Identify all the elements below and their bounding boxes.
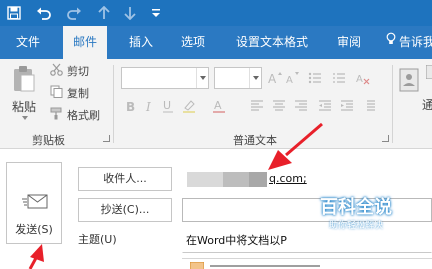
partial-group-label: 通 [422, 98, 432, 112]
scissors-icon [50, 63, 63, 79]
cc-button[interactable]: 抄送(C)... [78, 198, 172, 222]
paste-label: 粘贴 [12, 100, 37, 114]
tab-file[interactable]: 文件 [6, 26, 50, 59]
group-divider [392, 65, 393, 143]
font-size-dropdown[interactable] [214, 67, 262, 89]
numbering-icon[interactable] [332, 71, 346, 85]
svg-text:A: A [356, 74, 363, 85]
basic-text-launcher-icon[interactable] [382, 135, 389, 142]
redacted-text [223, 172, 249, 187]
clear-formatting-icon[interactable]: A [356, 71, 370, 85]
paintbrush-icon [50, 107, 63, 123]
check-names-icon[interactable] [425, 64, 432, 82]
svg-text:A: A [214, 99, 222, 112]
redo-icon[interactable] [64, 3, 84, 23]
to-field-value: q.com; [269, 172, 307, 185]
highlight-icon[interactable] [182, 99, 196, 113]
arrow-up-icon[interactable] [94, 3, 114, 23]
customize-toolbar-icon[interactable] [146, 3, 166, 23]
font-color-icon[interactable]: A [212, 99, 226, 113]
format-painter-label: 格式刷 [67, 109, 100, 122]
attachment-name [210, 265, 320, 267]
align-center-icon[interactable] [272, 99, 286, 113]
undo-icon[interactable] [34, 3, 54, 23]
send-icon [22, 193, 48, 214]
paste-dropdown-icon [22, 116, 28, 120]
increase-indent-icon[interactable] [340, 99, 354, 113]
grow-font-icon[interactable]: A [268, 71, 282, 86]
basic-text-group-label: 普通文本 [233, 134, 277, 147]
italic-icon[interactable]: I [143, 99, 157, 114]
copy-icon [50, 85, 63, 101]
copy-label: 复制 [67, 87, 89, 100]
ribbon-panel: 粘贴 剪切 复制 格式刷 剪贴板 A A A B I U A 普通文本 通 [0, 59, 432, 149]
paste-button[interactable]: 粘贴 [8, 63, 42, 127]
copy-button[interactable]: 复制 [50, 83, 89, 103]
tell-me-box[interactable]: 告诉我 [386, 26, 432, 59]
svg-text:A: A [268, 72, 277, 85]
ribbon-tab-bar: 文件 邮件 插入 选项 设置文本格式 审阅 告诉我 [0, 26, 432, 59]
clipboard-icon [12, 65, 36, 96]
format-painter-button[interactable]: 格式刷 [50, 105, 100, 125]
clipboard-group-label: 剪贴板 [32, 134, 65, 147]
bold-icon[interactable]: B [124, 99, 138, 114]
tell-me-label: 告诉我 [399, 35, 432, 49]
to-field[interactable]: q.com; [182, 167, 432, 191]
tab-options[interactable]: 选项 [171, 26, 215, 59]
group-divider [113, 65, 114, 143]
attachment-file-icon[interactable] [189, 261, 205, 269]
address-book-icon[interactable] [398, 67, 422, 96]
watermark-logo: 百科全说 助你轻松解决 [300, 196, 412, 246]
watermark-title: 百科全说 [320, 197, 392, 218]
font-name-dropdown[interactable] [121, 67, 209, 89]
svg-text:U: U [163, 99, 171, 112]
send-label: 发送(S) [15, 223, 53, 236]
shrink-font-icon[interactable]: A [286, 71, 300, 86]
redacted-text [187, 172, 223, 187]
arrow-down-icon[interactable] [120, 3, 140, 23]
attachment-area [182, 258, 432, 269]
svg-text:I: I [145, 100, 151, 113]
subject-label: 主题(U) [78, 233, 117, 246]
cut-label: 剪切 [67, 65, 89, 78]
save-icon[interactable] [4, 3, 24, 23]
to-button[interactable]: 收件人... [78, 167, 172, 191]
svg-text:A: A [286, 75, 293, 85]
subject-field-value: 在Word中将文档以P [186, 234, 287, 247]
tab-review[interactable]: 审阅 [327, 26, 371, 59]
title-bar [0, 0, 432, 26]
underline-icon[interactable]: U [161, 99, 175, 113]
watermark-subtitle: 助你轻松解决 [328, 221, 383, 231]
tab-mail[interactable]: 邮件 [63, 26, 108, 59]
clipboard-launcher-icon[interactable] [103, 135, 110, 142]
decrease-indent-icon[interactable] [318, 99, 332, 113]
redacted-text [249, 172, 267, 187]
align-left-icon[interactable] [250, 99, 264, 113]
send-button[interactable]: 发送(S) [6, 162, 62, 244]
tab-insert[interactable]: 插入 [119, 26, 163, 59]
svg-text:B: B [126, 100, 135, 113]
lightbulb-icon [386, 26, 396, 59]
cut-button[interactable]: 剪切 [50, 61, 89, 81]
bullets-icon[interactable] [308, 71, 322, 85]
tab-format-text[interactable]: 设置文本格式 [226, 26, 318, 59]
rtl-text-icon[interactable] [362, 99, 376, 113]
align-right-icon[interactable] [294, 99, 308, 113]
